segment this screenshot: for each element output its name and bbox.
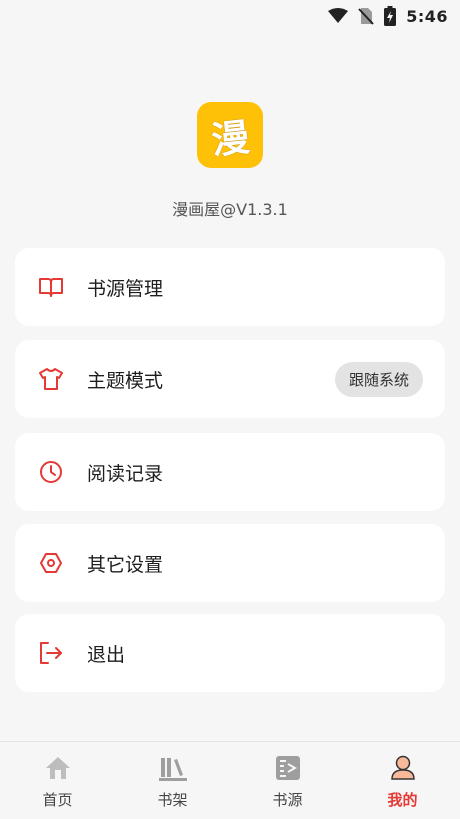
bookshelf-icon	[158, 755, 188, 785]
settings-hexagon-icon	[37, 549, 65, 577]
tshirt-icon	[37, 365, 65, 393]
nav-tab-label: 我的	[387, 791, 418, 809]
app-version: 漫画屋@V1.3.1	[172, 200, 288, 219]
nav-tab-bookshelf[interactable]: 书架	[115, 742, 230, 819]
menu-item-other-settings[interactable]: 其它设置	[15, 524, 445, 602]
menu-item-label: 退出	[87, 643, 126, 666]
source-icon	[275, 755, 301, 785]
status-time: 5:46	[406, 6, 448, 26]
nav-tab-home[interactable]: 首页	[0, 742, 115, 819]
nav-tab-label: 首页	[42, 791, 73, 809]
app-logo: 漫	[197, 102, 263, 168]
nav-tab-source[interactable]: 书源	[230, 742, 345, 819]
home-icon	[44, 755, 72, 785]
menu-item-source-management[interactable]: 书源管理	[15, 248, 445, 326]
menu-item-label: 其它设置	[87, 553, 164, 576]
battery-charging-icon	[384, 6, 397, 26]
menu-item-label: 阅读记录	[87, 462, 164, 485]
status-bar: 5:46	[0, 0, 460, 32]
nav-tab-profile[interactable]: 我的	[345, 742, 460, 819]
theme-mode-badge[interactable]: 跟随系统	[334, 361, 423, 397]
logout-icon	[37, 639, 65, 667]
nav-tab-label: 书源	[272, 791, 303, 809]
menu-item-logout[interactable]: 退出	[15, 614, 445, 692]
menu-item-label: 主题模式	[87, 369, 164, 392]
bottom-nav: 首页 书架 书源 我的	[0, 741, 460, 819]
menu-item-label: 书源管理	[87, 277, 164, 300]
nav-tab-label: 书架	[157, 791, 188, 809]
menu-item-theme-mode[interactable]: 主题模式 跟随系统	[15, 340, 445, 418]
no-sim-icon	[358, 7, 374, 25]
profile-screen: 5:46 漫 漫画屋@V1.3.1 书源管理 主题模式 跟随系统 阅读记录 其它…	[0, 0, 460, 819]
profile-icon	[389, 755, 417, 785]
app-logo-char: 漫	[209, 114, 252, 163]
menu-item-reading-history[interactable]: 阅读记录	[15, 433, 445, 511]
book-open-icon	[37, 273, 65, 301]
clock-icon	[37, 458, 65, 486]
wifi-icon	[328, 8, 349, 24]
